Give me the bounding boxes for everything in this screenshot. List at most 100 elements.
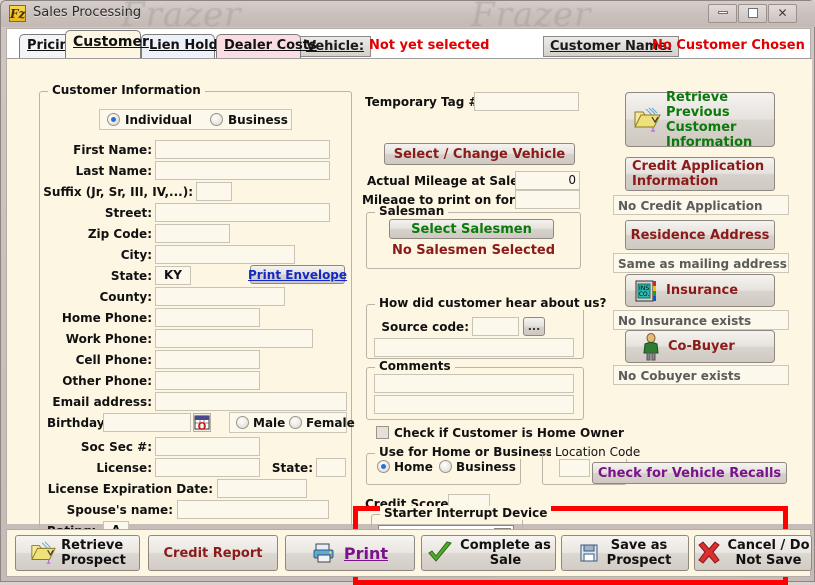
select-change-vehicle-button[interactable]: Select / Change Vehicle <box>384 143 575 165</box>
residence-address-button[interactable]: Residence Address <box>625 220 775 250</box>
source-code-browse-button[interactable]: ... <box>523 317 545 336</box>
source-description-input[interactable] <box>374 338 574 357</box>
radio-male[interactable] <box>236 416 249 429</box>
complete-as-sale-button[interactable]: Complete as Sale <box>421 535 556 571</box>
credit-report-label: Credit Report <box>163 545 263 561</box>
print-label: Print <box>343 543 389 563</box>
folder-open-glyph-2 <box>31 541 56 564</box>
city-input[interactable] <box>155 245 295 264</box>
actual-mileage-input[interactable]: 0 <box>515 171 580 190</box>
first-name-input[interactable] <box>155 140 330 159</box>
radio-use-business[interactable] <box>439 460 452 473</box>
spouse-name-label: Spouse's name: <box>66 503 173 517</box>
email-input[interactable] <box>155 392 347 411</box>
svg-text:CO.: CO. <box>639 291 650 298</box>
cell-phone-input[interactable] <box>155 350 260 369</box>
license-expiration-input[interactable] <box>217 479 307 498</box>
save-as-prospect-label: Save as Prospect <box>606 538 672 568</box>
mileage-to-print-input[interactable] <box>515 190 580 209</box>
minimize-button[interactable] <box>708 4 737 23</box>
close-button[interactable]: ✕ <box>768 4 797 23</box>
tab-dealer-costs[interactable]: Dealer Costs <box>216 34 317 58</box>
radio-use-home-label: Home <box>394 460 433 474</box>
spouse-name-input[interactable] <box>177 500 329 519</box>
first-name-label: First Name: <box>73 143 152 157</box>
app-icon: Fz <box>9 5 26 22</box>
retrieve-prospect-button[interactable]: Retrieve Prospect <box>15 535 140 571</box>
birthday-input[interactable] <box>103 413 191 432</box>
radio-female[interactable] <box>289 416 302 429</box>
maximize-icon <box>747 8 758 18</box>
close-icon: ✕ <box>777 6 788 20</box>
credit-application-label: Credit Application Information <box>632 159 765 189</box>
co-buyer-label: Co-Buyer <box>668 339 735 354</box>
suffix-input[interactable] <box>196 182 232 201</box>
co-buyer-button[interactable]: Co-Buyer <box>625 330 775 363</box>
residence-address-status: Same as mailing address <box>613 253 789 273</box>
comments-legend: Comments <box>375 359 455 373</box>
tab-dealer-costs-label: Dealer Costs <box>224 38 317 53</box>
floppy-glyph <box>580 544 598 562</box>
calendar-icon[interactable] <box>193 413 211 432</box>
location-code-input[interactable] <box>559 459 590 477</box>
retrieve-previous-customer-button[interactable]: Retrieve Previous Customer Information <box>625 89 775 150</box>
radio-use-home[interactable] <box>377 460 390 473</box>
tab-lien-holder[interactable]: Lien Holder <box>141 34 233 58</box>
county-input[interactable] <box>155 287 285 306</box>
zip-code-input[interactable] <box>155 224 230 243</box>
credit-application-button[interactable]: Credit Application Information <box>625 157 775 191</box>
customer-tab-panel: Customer Information Individual Business… <box>7 58 812 585</box>
other-phone-label: Other Phone: <box>62 374 152 388</box>
license-input[interactable] <box>155 458 260 477</box>
radio-individual[interactable] <box>107 113 120 126</box>
home-phone-label: Home Phone: <box>61 311 152 325</box>
credit-report-button[interactable]: Credit Report <box>148 535 278 571</box>
radio-use-business-label: Business <box>456 460 516 474</box>
email-label: Email address: <box>52 395 152 409</box>
street-input[interactable] <box>155 203 330 222</box>
comments-line-1-input[interactable] <box>374 374 574 393</box>
use-for-legend: Use for Home or Business? <box>375 445 565 459</box>
print-button[interactable]: Print <box>285 535 415 571</box>
maximize-button[interactable] <box>738 4 767 23</box>
salesman-legend: Salesman <box>375 204 449 218</box>
print-envelope-button[interactable]: Print Envelope <box>248 265 347 284</box>
street-label: Street: <box>104 206 152 220</box>
last-name-input[interactable] <box>155 161 330 180</box>
work-phone-input[interactable] <box>155 329 313 348</box>
select-salesmen-button[interactable]: Select Salesmen <box>389 219 554 239</box>
x-glyph <box>698 541 721 564</box>
retrieve-previous-customer-label: Retrieve Previous Customer Information <box>666 89 753 150</box>
work-phone-label: Work Phone: <box>65 332 152 346</box>
ssn-input[interactable] <box>155 437 260 456</box>
radio-business[interactable] <box>210 113 223 126</box>
printer-icon <box>312 527 336 579</box>
customer-name-value: No Customer Chosen <box>652 38 805 53</box>
customer-information-legend: Customer Information <box>48 83 205 97</box>
save-as-prospect-button[interactable]: Save as Prospect <box>561 535 689 571</box>
home-phone-input[interactable] <box>155 308 260 327</box>
folder-open-glyph <box>634 107 661 132</box>
license-state-input[interactable] <box>316 458 346 477</box>
state-input[interactable]: KY <box>155 266 191 285</box>
folder-open-icon <box>632 105 662 135</box>
actual-mileage-label: Actual Mileage at Sale: <box>367 174 524 188</box>
window-title: Sales Processing <box>33 5 142 20</box>
cancel-do-not-save-button[interactable]: Cancel / Do Not Save <box>694 535 812 571</box>
home-owner-checkbox[interactable] <box>376 426 389 439</box>
insurance-button[interactable]: INS CO. Insurance <box>625 274 775 307</box>
comments-line-2-input[interactable] <box>374 395 574 414</box>
tab-customer[interactable]: Customer <box>65 30 149 58</box>
complete-as-sale-label: Complete as Sale <box>460 538 551 568</box>
source-code-input[interactable] <box>472 317 519 336</box>
calendar-glyph <box>194 415 210 430</box>
home-owner-label: Check if Customer is Home Owner <box>394 426 624 440</box>
location-code-legend: Location Code <box>551 445 645 459</box>
temporary-tag-input[interactable] <box>474 92 579 111</box>
hear-about-us-legend: How did customer hear about us? <box>375 296 611 310</box>
source-code-label: Source code: <box>381 320 469 334</box>
client-area: Pricing Customer Lien Holder Dealer Cost… <box>6 28 812 585</box>
ssn-label: Soc Sec #: <box>80 440 152 454</box>
check-vehicle-recalls-button[interactable]: Check for Vehicle Recalls <box>592 462 787 484</box>
other-phone-input[interactable] <box>155 371 260 390</box>
